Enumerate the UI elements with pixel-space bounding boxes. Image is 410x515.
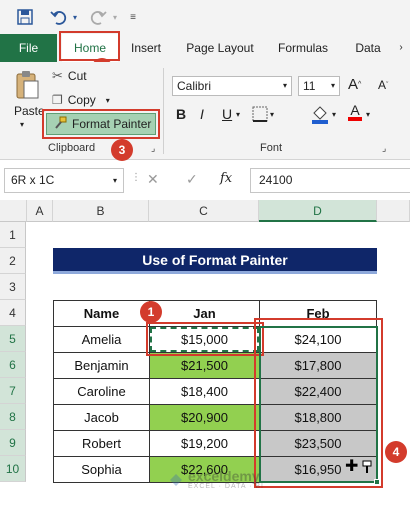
row-header-7[interactable]: 7: [0, 378, 26, 404]
cell-jan[interactable]: $18,400: [149, 378, 260, 405]
font-color-icon[interactable]: A: [348, 103, 362, 121]
underline-dropdown-icon[interactable]: ▾: [236, 110, 240, 119]
redo-dropdown-icon[interactable]: ▾: [110, 6, 120, 28]
font-launcher-icon[interactable]: ⌟: [382, 143, 386, 154]
cell-name[interactable]: Caroline: [53, 378, 150, 405]
cell-jan[interactable]: $20,900: [149, 404, 260, 431]
ribbon: Paste ▾ ✂ Cut ❐ Copy ▾ Format Painter 3 …: [0, 62, 410, 161]
row-header-10[interactable]: 10: [0, 456, 26, 482]
underline-button[interactable]: U: [222, 106, 232, 122]
column-header-d[interactable]: D: [259, 200, 377, 222]
font-color-dropdown-icon[interactable]: ▾: [366, 110, 370, 119]
cell-name[interactable]: Sophia: [53, 456, 150, 483]
insert-function-icon[interactable]: fx: [220, 171, 232, 186]
tab-data[interactable]: Data: [348, 34, 388, 62]
customize-icon[interactable]: ≡: [126, 6, 140, 28]
format-painter-cursor-icon: ✚: [345, 458, 359, 475]
cell-name[interactable]: Jacob: [53, 404, 150, 431]
fill-color-dropdown-icon[interactable]: ▾: [332, 110, 336, 119]
row-header-8[interactable]: 8: [0, 404, 26, 430]
redo-icon[interactable]: [87, 6, 109, 28]
font-group-label: Font: [260, 142, 283, 154]
cell-jan[interactable]: $21,500: [149, 352, 260, 379]
row-header-9[interactable]: 9: [0, 430, 26, 456]
font-name-value: Calibri: [177, 79, 212, 93]
column-header-b[interactable]: B: [53, 200, 149, 222]
name-box-dropdown-icon[interactable]: ▾: [113, 176, 117, 185]
annotation-badge-4: 4: [385, 441, 407, 463]
cell-name[interactable]: Amelia: [53, 326, 150, 353]
row-header-1[interactable]: 1: [0, 222, 26, 248]
copy-label: Copy: [67, 93, 96, 107]
row-header-2[interactable]: 2: [0, 248, 26, 274]
group-divider: [163, 68, 164, 154]
annotation-badge-3: 3: [111, 139, 133, 161]
cancel-icon[interactable]: ✕: [147, 171, 159, 188]
source-cell-highlight: [146, 322, 264, 356]
row-header-5[interactable]: 5: [0, 326, 26, 352]
cut-label: Cut: [67, 69, 87, 83]
font-size-dropdown-icon: ▾: [330, 81, 335, 90]
row-header-6[interactable]: 6: [0, 352, 26, 378]
paste-icon[interactable]: [12, 68, 42, 102]
copy-icon: ❐: [52, 93, 63, 107]
cell-name[interactable]: Robert: [53, 430, 150, 457]
cell-jan[interactable]: $19,200: [149, 430, 260, 457]
quick-access-toolbar: ▾ ▾ ≡: [0, 0, 410, 34]
fill-color-icon[interactable]: [310, 104, 330, 124]
row-header-4[interactable]: 4: [0, 300, 26, 326]
italic-button[interactable]: I: [200, 106, 204, 122]
undo-dropdown-icon[interactable]: ▾: [70, 6, 80, 28]
paste-label[interactable]: Paste: [14, 104, 45, 118]
cut-button[interactable]: ✂ Cut: [52, 68, 87, 84]
tab-formulas[interactable]: Formulas: [272, 34, 334, 62]
font-size-select[interactable]: 11 ▾: [298, 76, 340, 96]
home-tab-highlight: [59, 31, 120, 61]
column-header-c[interactable]: C: [149, 200, 259, 222]
save-icon[interactable]: [14, 6, 36, 28]
borders-dropdown-icon[interactable]: ▾: [270, 110, 274, 119]
header-name[interactable]: Name: [53, 300, 150, 327]
select-all-corner[interactable]: [0, 200, 27, 222]
row-header-3[interactable]: 3: [0, 274, 26, 300]
decrease-font-icon[interactable]: Aˇ: [378, 78, 388, 92]
column-header-e[interactable]: [377, 200, 410, 222]
scroll-tabs-icon[interactable]: ›: [394, 34, 408, 62]
tab-page-layout[interactable]: Page Layout: [180, 34, 260, 62]
bold-button[interactable]: B: [176, 106, 186, 122]
cell-name[interactable]: Benjamin: [53, 352, 150, 379]
undo-icon[interactable]: [48, 6, 70, 28]
formula-input[interactable]: 24100: [250, 168, 410, 193]
column-header-a[interactable]: A: [27, 200, 53, 222]
font-name-dropdown-icon: ▾: [282, 81, 287, 90]
font-size-value: 11: [303, 79, 316, 93]
cursor-brush-icon: [362, 460, 372, 477]
copy-dropdown-icon: ▾: [105, 95, 110, 105]
scissors-icon: ✂: [52, 68, 63, 83]
cell-jan[interactable]: $22,600: [149, 456, 260, 483]
copy-button[interactable]: ❐ Copy ▾: [52, 92, 110, 108]
clipboard-launcher-icon[interactable]: ⌟: [151, 143, 155, 154]
tab-insert[interactable]: Insert: [124, 34, 168, 62]
name-box[interactable]: 6R x 1C: [4, 168, 124, 193]
format-painter-highlight: [42, 109, 160, 139]
tab-file[interactable]: File: [0, 34, 57, 62]
paste-dropdown-icon[interactable]: ▾: [20, 120, 24, 129]
increase-font-icon[interactable]: A ^: [348, 76, 361, 93]
font-name-select[interactable]: Calibri ▾: [172, 76, 292, 96]
annotation-badge-1: 1: [140, 301, 162, 323]
borders-icon[interactable]: [252, 106, 268, 122]
clipboard-group-label: Clipboard: [48, 142, 96, 154]
sheet-title[interactable]: Use of Format Painter: [53, 248, 377, 274]
formula-bar-dots-icon: ⋮: [131, 172, 141, 183]
enter-icon[interactable]: ✓: [186, 171, 198, 188]
